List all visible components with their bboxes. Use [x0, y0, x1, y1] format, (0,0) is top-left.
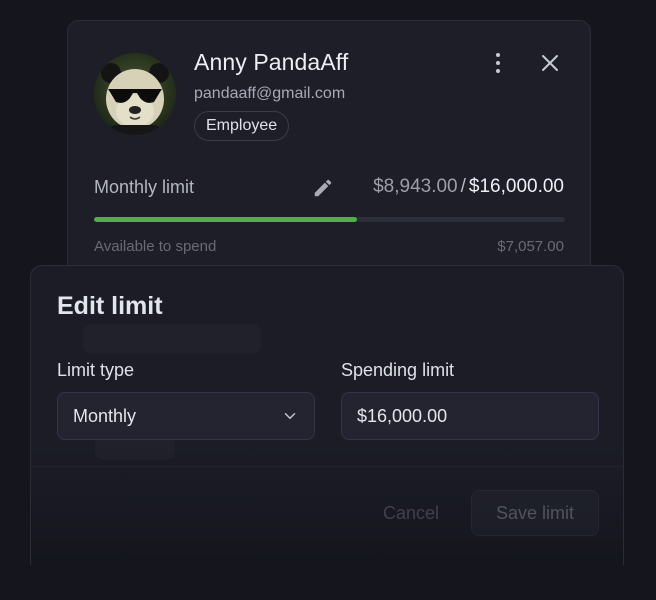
- modal-divider: [31, 466, 623, 467]
- monthly-limit-label: Monthly limit: [94, 177, 195, 197]
- limit-type-value: Monthly: [73, 405, 137, 426]
- available-label: Available to spend: [94, 238, 217, 255]
- available-value: $7,057.00: [497, 238, 564, 255]
- limit-separator: /: [460, 176, 466, 197]
- more-options-button[interactable]: [486, 49, 510, 77]
- blurred-background-element: [83, 324, 261, 354]
- close-icon: [542, 55, 558, 71]
- stage: Anny PandaAff pandaaff@gmail.com Employe…: [0, 0, 656, 600]
- modal-title: Edit limit: [57, 292, 163, 320]
- edit-limit-modal: Edit limit Limit type Spending limit Mon…: [30, 265, 624, 565]
- pencil-icon: [314, 179, 332, 197]
- user-email: pandaaff@gmail.com: [194, 85, 346, 102]
- edit-limit-button[interactable]: [312, 177, 334, 199]
- limit-progress-bar: [94, 217, 565, 222]
- role-badge: Employee: [194, 111, 290, 141]
- limit-total: $16,000.00: [468, 176, 564, 197]
- spending-limit-label: Spending limit: [341, 360, 455, 380]
- limit-type-label: Limit type: [57, 360, 135, 380]
- more-vertical-icon: [496, 53, 500, 57]
- spending-limit-input[interactable]: [341, 392, 599, 440]
- limit-values: $8,943.00/$16,000.00: [373, 176, 564, 198]
- chevron-down-icon: [284, 413, 296, 419]
- close-button[interactable]: [538, 51, 562, 75]
- save-limit-button[interactable]: Save limit: [471, 490, 599, 536]
- spent-amount: $8,943.00: [373, 176, 458, 197]
- avatar: [94, 53, 176, 135]
- cancel-button[interactable]: Cancel: [361, 490, 461, 536]
- panda-avatar-image: [94, 53, 176, 135]
- user-name: Anny PandaAff: [194, 49, 349, 75]
- limit-progress-fill: [94, 217, 358, 222]
- limit-type-select[interactable]: Monthly: [57, 392, 315, 440]
